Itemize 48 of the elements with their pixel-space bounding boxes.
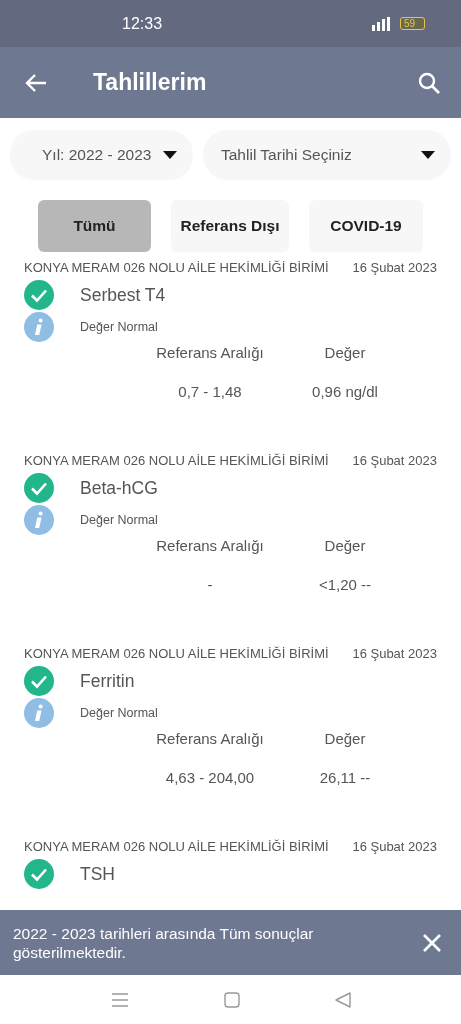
- institution-name: KONYA MERAM 026 NOLU AİLE HEKİMLİĞİ BİRİMİ: [24, 454, 329, 468]
- screen-title: Tahlillerim: [93, 69, 208, 96]
- info-icon[interactable]: [24, 505, 54, 535]
- clock-time: 12:33: [122, 14, 163, 33]
- institution-name: KONYA MERAM 026 NOLU AİLE HEKİMLİĞİ BİRİMİ: [24, 261, 329, 275]
- column-label: Referans Aralığı: [155, 730, 265, 747]
- column-label: Değer: [323, 730, 367, 747]
- info-icon[interactable]: [24, 312, 54, 342]
- signal-icon: [369, 16, 392, 31]
- result-date: 16 Şubat 2023: [352, 261, 437, 275]
- result-value: <1,20 --: [317, 576, 373, 593]
- institution-name: KONYA MERAM 026 NOLU AİLE HEKİMLİĞİ BİRİMİ: [24, 647, 329, 661]
- reference-range: 4,63 - 204,00: [164, 769, 256, 786]
- result-date: 16 Şubat 2023: [352, 840, 437, 854]
- back-icon[interactable]: [334, 991, 351, 1008]
- result-date: 16 Şubat 2023: [352, 454, 437, 468]
- dropdown[interactable]: Yıl: 2022 - 2023: [10, 130, 193, 180]
- column-label: Değer: [323, 344, 367, 361]
- result-value: 0,96 ng/dl: [311, 383, 379, 400]
- institution-name: KONYA MERAM 026 NOLU AİLE HEKİMLİĞİ BİRİMİ: [24, 840, 329, 854]
- status-text: Değer Normal: [80, 320, 158, 334]
- battery-indicator: 59: [399, 17, 425, 30]
- test-name: Ferritin: [80, 670, 135, 692]
- status-text: Değer Normal: [80, 706, 158, 720]
- dropdown-caret-icon: [421, 151, 435, 159]
- reference-range: -: [206, 576, 214, 593]
- status-text: Değer Normal: [80, 513, 158, 527]
- test-name: Serbest T4: [80, 284, 166, 306]
- back-arrow-icon[interactable]: [24, 72, 48, 93]
- home-icon[interactable]: [223, 991, 240, 1008]
- reference-range: 0,7 - 1,48: [177, 383, 243, 400]
- close-icon[interactable]: [423, 933, 441, 952]
- info-icon[interactable]: [24, 698, 54, 728]
- menu-icon[interactable]: [110, 992, 129, 1007]
- result-value: 26,11 --: [318, 769, 372, 786]
- dropdown-caret-icon: [163, 151, 177, 159]
- test-name: Beta-hCG: [80, 477, 158, 499]
- filter-tab[interactable]: Tümü: [38, 200, 151, 252]
- search-icon[interactable]: [417, 70, 441, 95]
- test-name: TSH: [80, 863, 115, 885]
- dropdown[interactable]: Tahlil Tarihi Seçiniz: [203, 130, 451, 180]
- column-label: Değer: [323, 537, 367, 554]
- filter-tab[interactable]: COVID-19: [309, 200, 423, 252]
- column-label: Referans Aralığı: [155, 344, 265, 361]
- result-date: 16 Şubat 2023: [352, 647, 437, 661]
- snackbar-message: 2022 - 2023 tarihleri arasında Tüm sonuçlar gösterilmektedir.: [13, 923, 315, 962]
- column-label: Referans Aralığı: [155, 537, 265, 554]
- filter-tab[interactable]: Referans Dışı: [171, 200, 289, 252]
